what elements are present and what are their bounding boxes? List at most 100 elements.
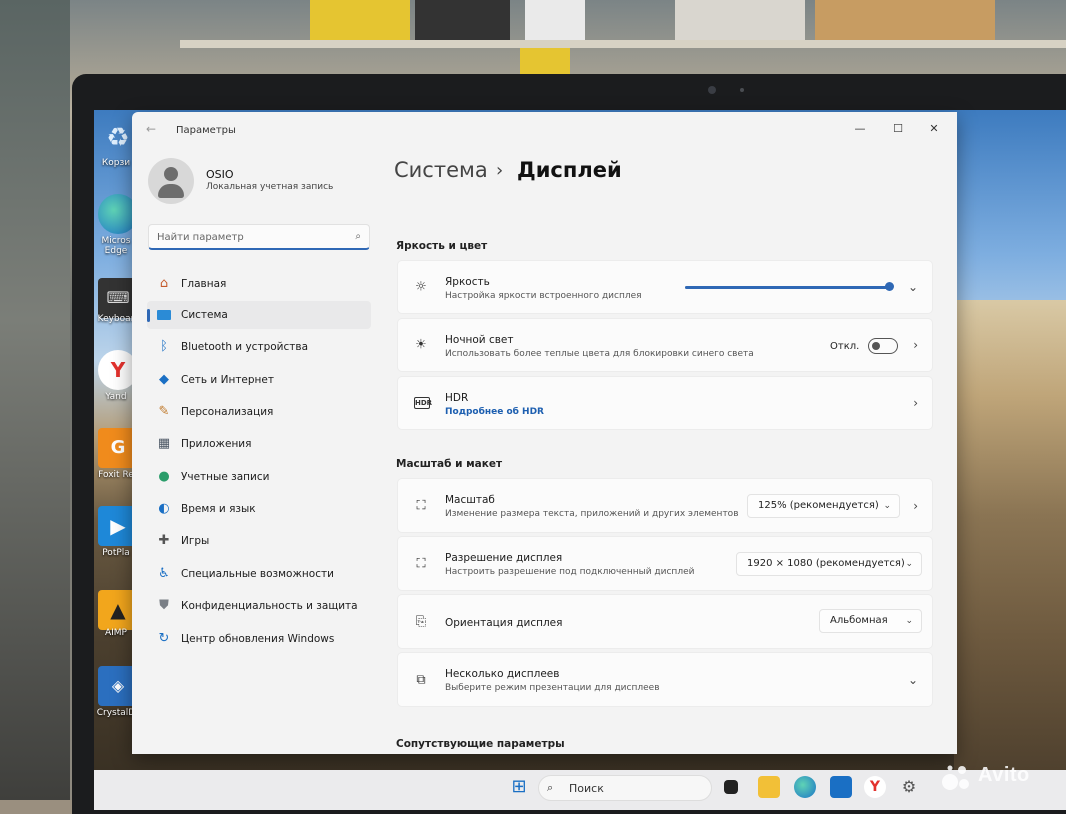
yandex-browser-icon[interactable]: Y xyxy=(864,776,886,798)
brightness-slider[interactable] xyxy=(685,282,894,291)
chevron-down-icon: ⌄ xyxy=(905,559,913,569)
night-light-toggle[interactable] xyxy=(868,338,898,354)
orientation-card[interactable]: ⎘ Ориентация дисплея Альбомная ⌄ xyxy=(397,594,933,649)
search-input[interactable] xyxy=(157,229,337,245)
task-view-icon[interactable] xyxy=(724,780,738,794)
night-light-icon: ☀ xyxy=(415,337,427,353)
watermark: Avito xyxy=(978,764,1030,786)
maximize-button[interactable]: ☐ xyxy=(884,118,912,140)
sidebar-item-bluetooth[interactable]: ᛒ Bluetooth и устройства xyxy=(147,333,371,361)
webcam xyxy=(708,86,716,94)
taskbar-search-label: Поиск xyxy=(569,782,604,795)
apps-icon: ▦ xyxy=(157,436,171,451)
scale-title: Масштаб xyxy=(445,494,495,506)
back-arrow-icon[interactable]: ← xyxy=(146,122,156,136)
account-icon: ● xyxy=(158,469,170,484)
page-title: Дисплей xyxy=(517,158,622,182)
close-button[interactable]: ✕ xyxy=(920,118,948,140)
chevron-down-icon[interactable]: ⌄ xyxy=(908,673,918,687)
orientation-dropdown[interactable]: Альбомная ⌄ xyxy=(819,609,922,633)
sidebar-item-accessibility[interactable]: ♿ Специальные возможности xyxy=(147,560,371,588)
title-bar[interactable]: ← Параметры — ☐ ✕ xyxy=(132,112,957,146)
sidebar-item-label: Время и язык xyxy=(181,503,256,515)
brightness-slider-fill xyxy=(685,286,889,289)
chevron-right-icon[interactable]: › xyxy=(913,338,918,352)
section-title-related: Сопутствующие параметры xyxy=(396,738,565,750)
sidebar-item-time-language[interactable]: ◐ Время и язык xyxy=(147,495,371,523)
sidebar-item-home[interactable]: ⌂ Главная xyxy=(147,270,371,298)
wifi-icon: ◆ xyxy=(159,372,169,387)
settings-icon[interactable]: ⚙ xyxy=(898,776,920,798)
sidebar-item-label: Игры xyxy=(181,535,210,547)
night-light-state: Откл. xyxy=(830,341,860,352)
accessibility-icon: ♿ xyxy=(158,566,170,581)
taskbar-search[interactable]: ⌕ Поиск xyxy=(538,775,712,801)
night-light-title: Ночной свет xyxy=(445,334,514,346)
scale-card[interactable]: ⛶ Масштаб Изменение размера текста, прил… xyxy=(397,478,933,533)
breadcrumb-parent[interactable]: Система xyxy=(394,158,488,182)
start-icon[interactable]: ⊞ xyxy=(508,776,530,798)
sidebar-item-label: Учетные записи xyxy=(181,471,270,483)
sun-icon: ☼ xyxy=(415,279,427,295)
avatar[interactable] xyxy=(148,158,194,204)
avito-logo-icon xyxy=(942,765,969,790)
night-light-card[interactable]: ☀ Ночной свет Использовать более теплые … xyxy=(397,318,933,372)
edge-icon[interactable] xyxy=(794,776,816,798)
multiple-displays-card[interactable]: ⧉ Несколько дисплеев Выберите режим през… xyxy=(397,652,933,707)
sidebar-item-accounts[interactable]: ● Учетные записи xyxy=(147,463,371,491)
scale-dropdown[interactable]: 125% (рекомендуется) ⌄ xyxy=(747,494,900,518)
sidebar-item-apps[interactable]: ▦ Приложения xyxy=(147,430,371,458)
brightness-slider-thumb[interactable] xyxy=(884,282,894,291)
chevron-down-icon[interactable]: ⌄ xyxy=(908,280,918,294)
hdr-learn-more-link[interactable]: Подробнее об HDR xyxy=(445,407,544,417)
sidebar-item-personalization[interactable]: ✎ Персонализация xyxy=(147,398,371,426)
user-name: OSIO xyxy=(206,168,234,181)
sidebar-item-label: Система xyxy=(181,309,228,321)
minimize-button[interactable]: — xyxy=(846,118,874,140)
window-title: Параметры xyxy=(176,125,236,136)
resolution-dropdown[interactable]: 1920 × 1080 (рекомендуется) ⌄ xyxy=(736,552,922,576)
hdr-icon: HDR xyxy=(414,397,433,409)
sidebar-item-privacy[interactable]: ⛊ Конфиденциальность и защита xyxy=(147,592,371,620)
brightness-card[interactable]: ☼ Яркость Настройка яркости встроенного … xyxy=(397,260,933,314)
hdr-card[interactable]: HDR HDR Подробнее об HDR › xyxy=(397,376,933,430)
chevron-right-icon[interactable]: › xyxy=(913,396,918,410)
sidebar-item-network[interactable]: ◆ Сеть и Интернет xyxy=(147,366,371,394)
sidebar-item-windows-update[interactable]: ↻ Центр обновления Windows xyxy=(147,625,371,653)
resolution-icon: ⛶ xyxy=(416,556,426,571)
gamepad-icon: ✚ xyxy=(158,533,170,548)
resolution-value: 1920 × 1080 (рекомендуется) xyxy=(747,558,905,569)
sidebar-item-gaming[interactable]: ✚ Игры xyxy=(147,527,371,555)
sidebar-item-system[interactable]: Система xyxy=(147,301,371,329)
wallpaper-cliff xyxy=(954,300,1066,770)
chevron-right-icon[interactable]: › xyxy=(913,499,918,513)
multiple-displays-title: Несколько дисплеев xyxy=(445,668,560,680)
account-type: Локальная учетная запись xyxy=(206,182,334,192)
hdr-title: HDR xyxy=(445,392,469,404)
shield-icon: ⛊ xyxy=(159,598,169,613)
sidebar-item-label: Bluetooth и устройства xyxy=(181,341,308,353)
brightness-title: Яркость xyxy=(445,276,490,288)
search-icon[interactable]: ⌕ xyxy=(355,231,361,242)
night-light-subtitle: Использовать более теплые цвета для блок… xyxy=(445,349,754,359)
scale-subtitle: Изменение размера текста, приложений и д… xyxy=(445,509,739,519)
bluetooth-icon: ᛒ xyxy=(160,339,168,354)
search-box[interactable]: ⌕ xyxy=(148,224,370,250)
brightness-subtitle: Настройка яркости встроенного дисплея xyxy=(445,291,642,301)
sidebar-item-label: Центр обновления Windows xyxy=(181,633,335,645)
file-explorer-icon[interactable] xyxy=(758,776,780,798)
sidebar-item-label: Персонализация xyxy=(181,406,274,418)
breadcrumb-separator: › xyxy=(496,160,504,181)
home-icon: ⌂ xyxy=(159,276,169,291)
resolution-title: Разрешение дисплея xyxy=(445,552,563,564)
webcam-sensor xyxy=(740,88,744,92)
orientation-title: Ориентация дисплея xyxy=(445,617,563,629)
resolution-subtitle: Настроить разрешение под подключенный ди… xyxy=(445,567,695,577)
store-icon[interactable] xyxy=(830,776,852,798)
multiple-displays-subtitle: Выберите режим презентации для дисплеев xyxy=(445,683,660,693)
multiple-displays-icon: ⧉ xyxy=(416,672,426,687)
active-indicator xyxy=(147,309,150,322)
taskbar: ⊞ ⌕ Поиск Y ⚙ xyxy=(94,770,1066,810)
sidebar-item-label: Главная xyxy=(181,278,227,290)
resolution-card[interactable]: ⛶ Разрешение дисплея Настроить разрешени… xyxy=(397,536,933,591)
